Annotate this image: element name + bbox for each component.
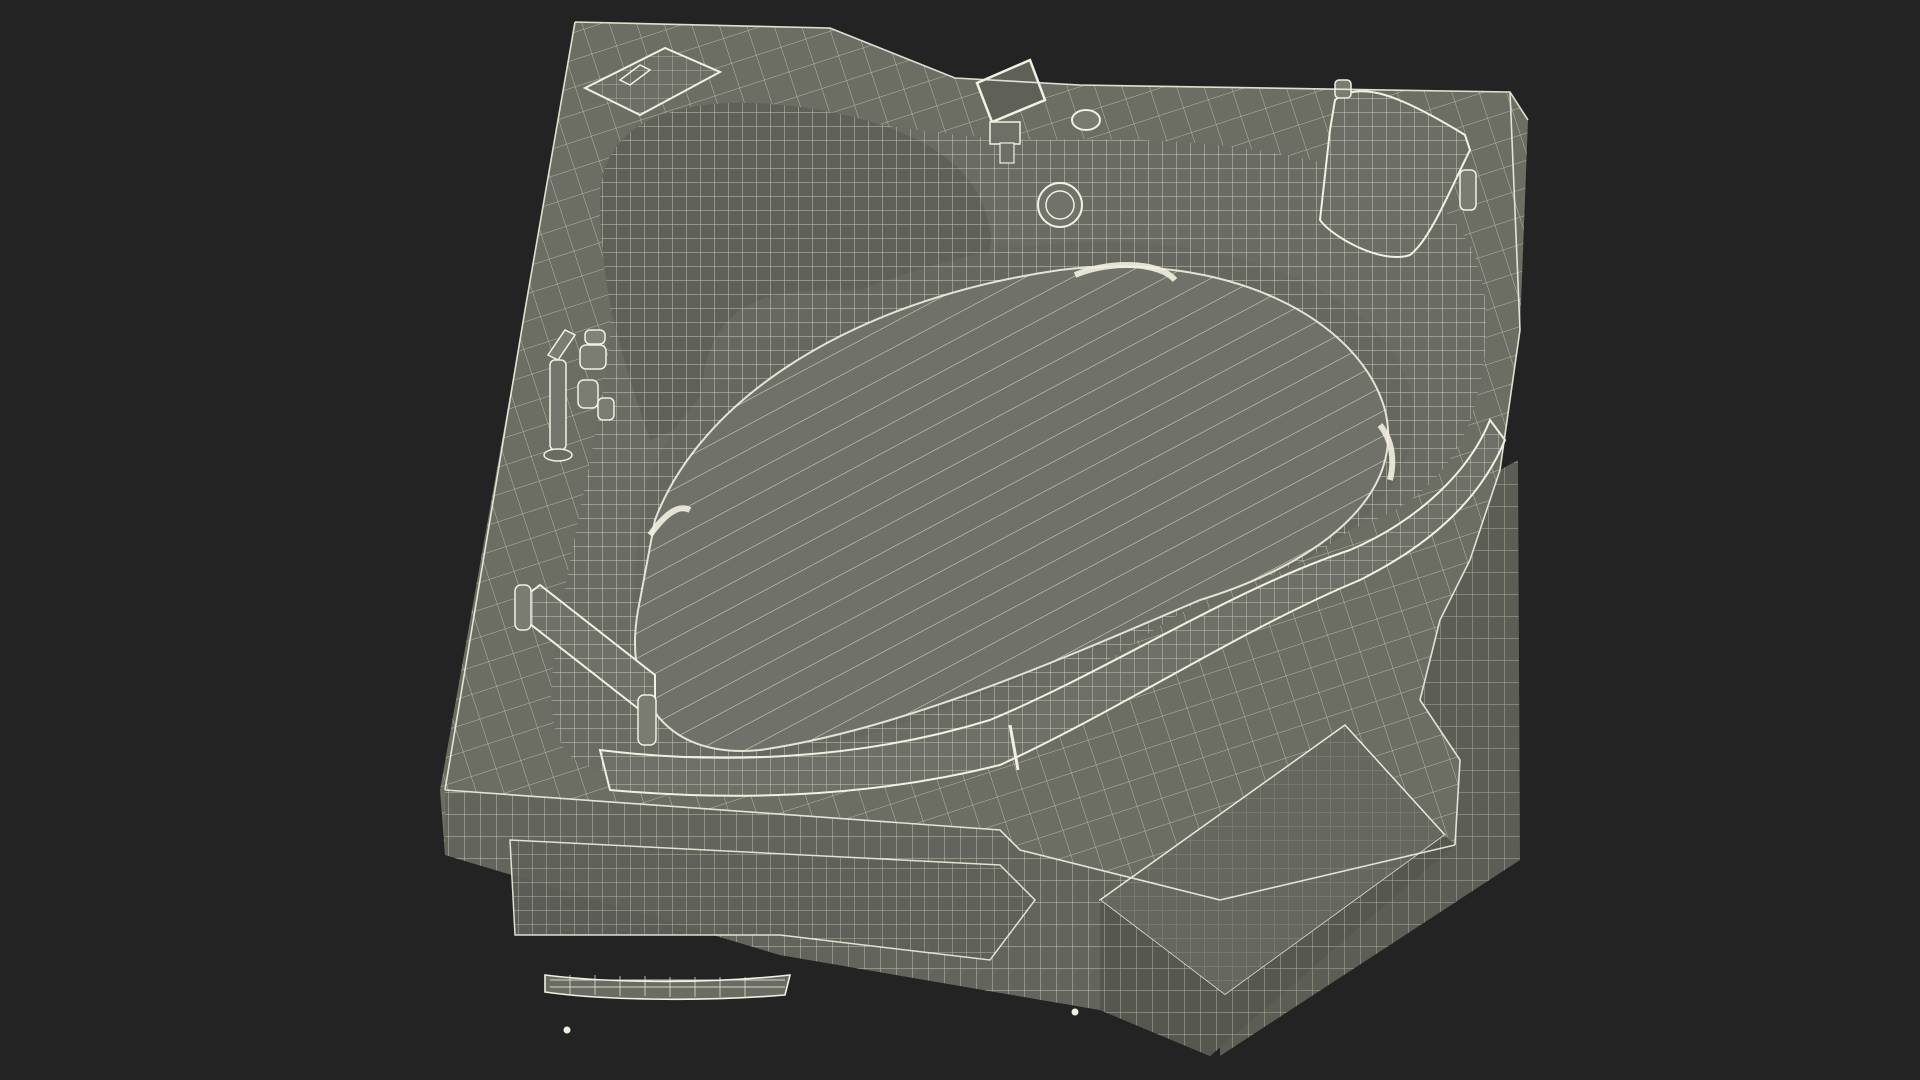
bathtub-wireframe-render xyxy=(0,0,1920,1080)
render-viewport xyxy=(0,0,1920,1080)
